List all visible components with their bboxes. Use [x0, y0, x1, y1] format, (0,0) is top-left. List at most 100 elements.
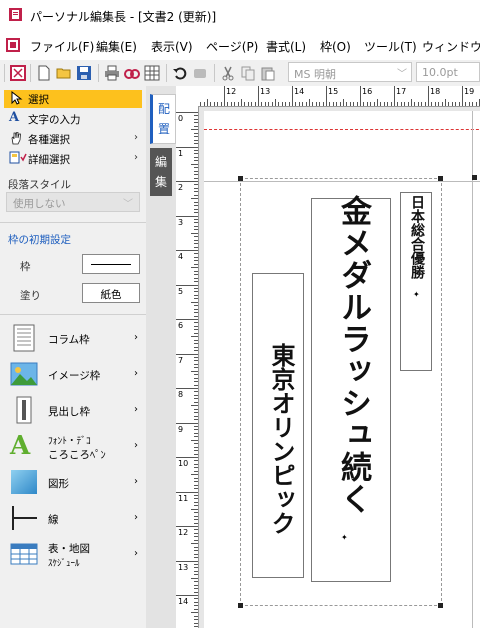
menu-page[interactable]: ページ(P) — [206, 38, 258, 55]
ruler-tick — [194, 367, 198, 369]
menu-window[interactable]: ウィンドウ( — [422, 38, 480, 55]
ruler-tick — [176, 250, 198, 251]
ruler-tick — [417, 102, 419, 106]
undo-icon[interactable] — [172, 65, 188, 81]
ruler-tick — [254, 102, 256, 106]
preview-icon[interactable] — [124, 65, 140, 81]
ruler-tick — [194, 450, 198, 452]
ruler-tick — [194, 236, 198, 238]
group-handle[interactable] — [438, 603, 443, 608]
line-button[interactable]: 線 › — [8, 502, 142, 538]
ruler-tick — [191, 301, 198, 303]
menu-file[interactable]: ファイル(F) — [30, 38, 94, 55]
redo-icon[interactable] — [192, 65, 208, 81]
vertical-ruler[interactable]: 0123456789101112131415 — [176, 106, 199, 628]
ruler-tick — [194, 132, 198, 134]
ruler-tick — [194, 363, 198, 365]
frame-border-swatch[interactable] — [82, 254, 140, 274]
fill-label: 塗り — [20, 290, 41, 302]
tool-various-select[interactable]: 各種選択 › — [4, 130, 142, 148]
tab-edit[interactable]: 編集 — [150, 148, 172, 196]
ruler-tick — [194, 522, 198, 524]
font-deco-button[interactable]: A ﾌｫﾝﾄ・ﾃﾞｺ ころころﾍﾟﾝ › — [8, 430, 142, 466]
ruler-tick — [241, 99, 242, 106]
ruler-tick — [194, 408, 198, 410]
chevron-right-icon: › — [134, 132, 138, 143]
document-menu-icon[interactable] — [6, 38, 20, 52]
ruler-tick — [383, 102, 385, 106]
ruler-tick — [194, 501, 198, 503]
chevron-down-icon: ﹀ — [123, 199, 133, 210]
paste-icon[interactable] — [260, 65, 276, 81]
headline-text[interactable]: 金メダルラッシュ続く — [331, 195, 376, 515]
shape-button[interactable]: 図形 › — [8, 466, 142, 502]
ruler-tick — [194, 488, 198, 490]
copy-icon[interactable] — [240, 65, 256, 81]
save-icon[interactable] — [76, 65, 92, 81]
ruler-tick — [200, 102, 202, 106]
ruler-label: 0 — [178, 114, 184, 123]
ruler-tick — [194, 153, 198, 155]
title-bar: パーソナル編集長 - [文書2 (更新)] — [0, 0, 480, 30]
menu-frame[interactable]: 枠(O) — [320, 38, 351, 55]
tool-text-input[interactable]: A 文字の入力 — [4, 110, 142, 128]
page-corner-handle[interactable] — [472, 175, 477, 180]
ruler-tick — [363, 102, 365, 106]
ruler-tick — [298, 102, 300, 106]
horizontal-ruler[interactable]: 12 13 14 15 16 17 18 19 — [176, 86, 480, 107]
subhead-text[interactable]: 東京オリンピック — [264, 343, 299, 535]
print-icon[interactable] — [104, 65, 120, 81]
ruler-tick — [194, 505, 198, 507]
font-name-value: MS 明朝 — [294, 68, 336, 81]
ruler-label: 12 — [226, 87, 237, 96]
cut-icon[interactable] — [220, 65, 236, 81]
ruler-tick — [176, 560, 198, 562]
tool-detail-select[interactable]: 詳細選択 › — [4, 150, 142, 168]
open-folder-icon[interactable] — [56, 65, 72, 81]
group-handle[interactable] — [438, 176, 443, 181]
new-document-icon[interactable] — [36, 65, 52, 81]
paragraph-style-select[interactable]: 使用しない ﹀ — [6, 192, 140, 212]
ruler-tick — [191, 232, 198, 234]
ruler-tick — [191, 129, 198, 131]
ruler-tick — [194, 184, 198, 186]
ruler-tick — [468, 102, 470, 106]
ruler-tick — [194, 494, 198, 496]
tab-layout[interactable]: 配置 — [150, 94, 176, 144]
margin-guide — [204, 129, 480, 130]
grid-icon[interactable] — [144, 65, 160, 81]
heading-frame-button[interactable]: 見出し枠 › — [8, 394, 142, 430]
ruler-tick — [194, 263, 198, 265]
document-canvas[interactable]: 金メダルラッシュ続く 東京オリンピック 日本総合優勝 ✦ ✦ — [199, 107, 480, 628]
menu-view[interactable]: 表示(V) — [151, 38, 193, 55]
font-size-combo[interactable]: 10.0pt — [416, 62, 480, 82]
menu-tools[interactable]: ツール(T) — [364, 38, 417, 55]
heading-frame-label: 見出し枠 — [48, 406, 90, 418]
group-handle[interactable] — [238, 603, 243, 608]
ruler-tick — [448, 102, 450, 106]
ruler-tick — [194, 143, 198, 145]
chevron-right-icon: › — [134, 548, 138, 559]
ruler-label: 18 — [430, 87, 441, 96]
ruler-tick — [424, 102, 426, 106]
ruler-tick — [213, 102, 215, 106]
ruler-tick — [312, 102, 314, 106]
chevron-right-icon: › — [134, 332, 138, 343]
image-frame-button[interactable]: イメージ枠 › — [8, 358, 142, 394]
ruler-tick — [194, 425, 198, 427]
ruler-tick — [194, 608, 198, 610]
table-map-button[interactable]: 表・地図 ｽｹｼﾞｭｰﾙ › — [8, 538, 142, 574]
menu-edit[interactable]: 編集(E) — [96, 38, 137, 55]
column-frame-button[interactable]: コラム枠 › — [8, 322, 142, 358]
paragraph-style-value: 使用しない — [13, 198, 66, 210]
font-name-combo[interactable]: MS 明朝 ﹀ — [288, 62, 412, 82]
tag-text[interactable]: 日本総合優勝 — [407, 195, 427, 279]
fill-color-swatch[interactable]: 紙色 — [82, 283, 140, 303]
tool-select[interactable]: 選択 — [4, 90, 142, 108]
document-page: 金メダルラッシュ続く 東京オリンピック 日本総合優勝 ✦ ✦ — [204, 111, 480, 628]
table-map-label: 表・地図 — [48, 543, 90, 555]
frame-select-icon[interactable] — [10, 65, 26, 81]
group-handle[interactable] — [238, 176, 243, 181]
menu-format[interactable]: 書式(L) — [266, 38, 306, 55]
ruler-tick — [194, 308, 198, 310]
